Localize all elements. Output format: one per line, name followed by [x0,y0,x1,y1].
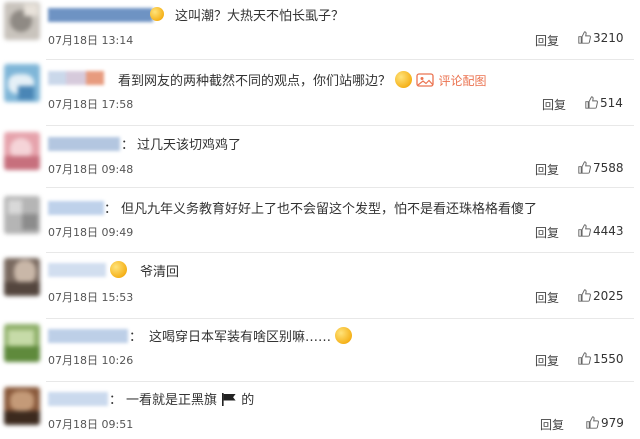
comment-text: 但凡九年义务教育好好上了也不会留这个发型，怕不是看还珠格格看傻了 [121,202,538,217]
thumbs-up-icon [578,352,591,365]
blush-emoji-icon [110,261,127,278]
timestamp: 07月18日 09:51 [48,418,134,431]
like-button[interactable]: 4443 [578,224,624,238]
like-count: 4443 [593,224,624,238]
like-count: 1550 [593,352,624,366]
username[interactable] [48,137,120,151]
avatar[interactable] [4,196,40,234]
reply-button[interactable]: 回复 [535,161,559,178]
username[interactable] [48,201,104,215]
username[interactable] [48,392,108,406]
comment-item: ： 过几天该切鸡鸡了 07月18日 09:48 回复 7588 [0,124,640,188]
timestamp: 07月18日 10:26 [48,354,134,367]
comment-text: 这叫潮？大热天不怕长虱子？ [175,9,345,24]
reply-button[interactable]: 回复 [535,224,559,241]
colon: ： [129,330,143,345]
comment-item: 这叫潮？大热天不怕长虱子？ 07月18日 13:14 回复 3210 [0,0,640,64]
dizzy-emoji-icon [335,327,353,344]
like-count: 2025 [593,289,624,303]
avatar[interactable] [4,324,40,362]
smile-emoji-icon [150,7,164,21]
comment-text: 过几天该切鸡鸡了 [137,138,242,153]
reply-button[interactable]: 回复 [535,32,559,49]
reply-button[interactable]: 回复 [535,289,559,306]
avatar[interactable] [4,387,40,425]
comment-text-body: 看到网友的两种截然不同的观点，你们站哪边？ [118,74,392,89]
username[interactable] [48,329,128,343]
comment-text-body: 这喝穿日本军装有啥区别嘛…… [149,330,332,345]
like-count: 514 [600,96,623,110]
avatar[interactable] [4,64,40,102]
comment-text: 爷清回 [140,265,180,280]
timestamp: 07月18日 13:14 [48,34,134,47]
reply-button[interactable]: 回复 [542,96,566,113]
like-count: 3210 [593,31,624,45]
reply-button[interactable]: 回复 [540,416,564,433]
thumbs-up-icon [586,416,599,429]
thumbs-up-icon [578,31,591,44]
comment-item: ： 一看就是正黑旗 的 07月18日 09:51 回复 979 [0,382,640,439]
comment-text: 这喝穿日本军装有啥区别嘛…… [149,326,353,345]
like-count: 979 [601,416,624,430]
timestamp: 07月18日 17:58 [48,98,134,111]
comment-image-link[interactable]: 评论配图 [438,74,486,88]
comment-text-body: 一看就是正黑旗 [126,393,218,408]
timestamp: 07月18日 09:48 [48,163,134,176]
thumbs-up-icon [585,96,598,109]
picture-icon [416,73,434,87]
username[interactable] [48,263,106,277]
like-button[interactable]: 979 [586,416,624,430]
comment-item: 爷清回 07月18日 15:53 回复 2025 [0,253,640,319]
black-flag-icon [222,393,236,406]
comment-text: 看到网友的两种截然不同的观点，你们站哪边？ 评论配图 [118,70,486,89]
comment-item: ： 这喝穿日本军装有啥区别嘛…… 07月18日 10:26 回复 1550 [0,318,640,382]
like-button[interactable]: 2025 [578,289,624,303]
avatar[interactable] [4,132,40,170]
username[interactable] [48,8,153,22]
comment-text: 一看就是正黑旗 的 [126,389,254,408]
colon: ： [121,138,135,153]
avatar[interactable] [4,2,40,40]
thumbs-up-icon [578,289,591,302]
avatar[interactable] [4,258,40,296]
like-button[interactable]: 1550 [578,352,624,366]
comment-item: ： 但凡九年义务教育好好上了也不会留这个发型，怕不是看还珠格格看傻了 07月18… [0,188,640,253]
colon: ： [104,202,118,217]
like-button[interactable]: 514 [585,96,623,110]
like-count: 7588 [593,161,624,175]
timestamp: 07月18日 09:49 [48,226,134,239]
tongue-emoji-icon [395,71,413,88]
comment-item: 看到网友的两种截然不同的观点，你们站哪边？ 评论配图 07月18日 17:58 … [0,60,640,126]
colon: ： [109,393,123,408]
like-button[interactable]: 7588 [578,161,624,175]
thumbs-up-icon [578,161,591,174]
like-button[interactable]: 3210 [578,31,624,45]
timestamp: 07月18日 15:53 [48,291,134,304]
thumbs-up-icon [578,224,591,237]
comment-text-tail: 的 [241,393,255,408]
reply-button[interactable]: 回复 [535,352,559,369]
username[interactable] [48,71,104,85]
